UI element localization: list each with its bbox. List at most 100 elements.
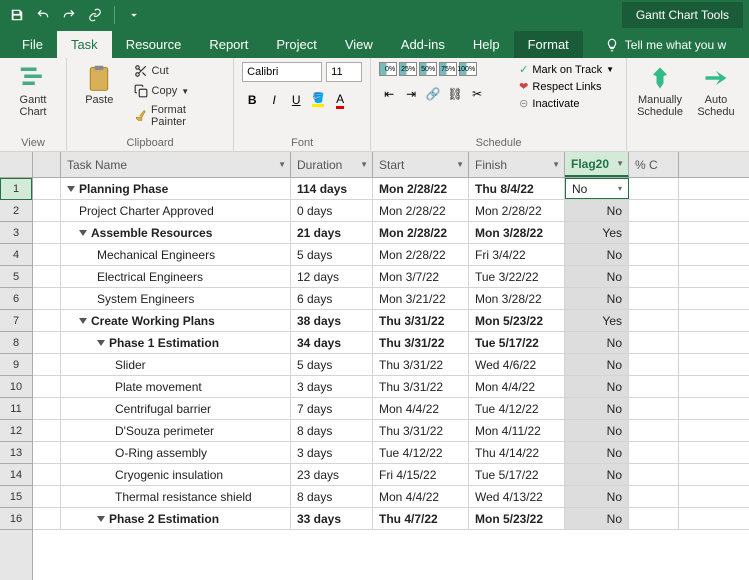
cell-start[interactable]: Mon 2/28/22: [373, 222, 469, 243]
cell-indicator[interactable]: [33, 442, 61, 463]
table-row[interactable]: Create Working Plans38 daysThu 3/31/22Mo…: [33, 310, 749, 332]
cell-flag20[interactable]: No: [565, 464, 629, 485]
cell-start[interactable]: Fri 4/15/22: [373, 464, 469, 485]
cell-task-name[interactable]: Phase 2 Estimation: [61, 508, 291, 529]
font-name-input[interactable]: [242, 62, 322, 82]
pct-100-button[interactable]: 100%: [459, 62, 477, 76]
cell-flag20[interactable]: No: [565, 244, 629, 265]
cell-duration[interactable]: 5 days: [291, 244, 373, 265]
cell-percent[interactable]: [629, 266, 679, 287]
fill-color-button[interactable]: 🪣: [308, 90, 328, 110]
tab-file[interactable]: File: [8, 31, 57, 58]
paste-button[interactable]: Paste: [75, 62, 124, 108]
copy-button[interactable]: Copy ▼: [130, 82, 226, 100]
cell-flag20[interactable]: No: [565, 266, 629, 287]
cell-flag20[interactable]: No: [565, 442, 629, 463]
cell-duration[interactable]: 114 days: [291, 178, 373, 199]
cell-task-name[interactable]: Project Charter Approved: [61, 200, 291, 221]
cell-indicator[interactable]: [33, 420, 61, 441]
row-header[interactable]: 2: [0, 200, 32, 222]
cell-finish[interactable]: Mon 2/28/22: [469, 200, 565, 221]
cell-indicator[interactable]: [33, 486, 61, 507]
tab-view[interactable]: View: [331, 31, 387, 58]
col-task-name[interactable]: Task Name▼: [61, 152, 291, 177]
table-row[interactable]: Plate movement3 daysThu 3/31/22Mon 4/4/2…: [33, 376, 749, 398]
cell-duration[interactable]: 3 days: [291, 442, 373, 463]
cell-finish[interactable]: Mon 5/23/22: [469, 310, 565, 331]
cell-flag20[interactable]: No: [565, 332, 629, 353]
cell-start[interactable]: Thu 4/7/22: [373, 508, 469, 529]
cell-indicator[interactable]: [33, 508, 61, 529]
row-header[interactable]: 3: [0, 222, 32, 244]
cell-percent[interactable]: [629, 376, 679, 397]
cell-indicator[interactable]: [33, 266, 61, 287]
cell-finish[interactable]: Mon 4/11/22: [469, 420, 565, 441]
pct-25-button[interactable]: 25%: [399, 62, 417, 76]
cell-finish[interactable]: Wed 4/13/22: [469, 486, 565, 507]
cell-finish[interactable]: Wed 4/6/22: [469, 354, 565, 375]
split-task-button[interactable]: ✂: [467, 84, 487, 104]
italic-button[interactable]: I: [264, 90, 284, 110]
cell-duration[interactable]: 5 days: [291, 354, 373, 375]
cell-start[interactable]: Mon 4/4/22: [373, 398, 469, 419]
cell-flag20[interactable]: No: [565, 288, 629, 309]
table-row[interactable]: O-Ring assembly3 daysTue 4/12/22Thu 4/14…: [33, 442, 749, 464]
cell-task-name[interactable]: Plate movement: [61, 376, 291, 397]
cell-percent[interactable]: [629, 398, 679, 419]
cell-start[interactable]: Mon 2/28/22: [373, 178, 469, 199]
cell-start[interactable]: Mon 3/21/22: [373, 288, 469, 309]
cell-task-name[interactable]: Phase 1 Estimation: [61, 332, 291, 353]
cell-flag20[interactable]: No▾: [565, 178, 629, 199]
cell-start[interactable]: Mon 2/28/22: [373, 200, 469, 221]
table-row[interactable]: Planning Phase114 daysMon 2/28/22Thu 8/4…: [33, 178, 749, 200]
cell-indicator[interactable]: [33, 354, 61, 375]
cell-percent[interactable]: [629, 508, 679, 529]
cell-task-name[interactable]: D'Souza perimeter: [61, 420, 291, 441]
outdent-button[interactable]: ⇤: [379, 84, 399, 104]
outline-toggle-icon[interactable]: [79, 230, 87, 236]
cell-flag20[interactable]: No: [565, 508, 629, 529]
tab-addins[interactable]: Add-ins: [387, 31, 459, 58]
cell-duration[interactable]: 21 days: [291, 222, 373, 243]
save-button[interactable]: [6, 4, 28, 26]
cell-indicator[interactable]: [33, 464, 61, 485]
cell-percent[interactable]: [629, 178, 679, 199]
cell-percent[interactable]: [629, 222, 679, 243]
outline-toggle-icon[interactable]: [79, 318, 87, 324]
cell-percent[interactable]: [629, 354, 679, 375]
auto-schedule-button[interactable]: Auto Schedu: [691, 62, 741, 120]
cell-flag20[interactable]: Yes: [565, 222, 629, 243]
outline-toggle-icon[interactable]: [67, 186, 75, 192]
cell-task-name[interactable]: Slider: [61, 354, 291, 375]
cell-percent[interactable]: [629, 442, 679, 463]
tab-resource[interactable]: Resource: [112, 31, 196, 58]
cell-percent[interactable]: [629, 420, 679, 441]
cell-duration[interactable]: 38 days: [291, 310, 373, 331]
cell-duration[interactable]: 8 days: [291, 486, 373, 507]
tab-format[interactable]: Format: [514, 31, 583, 58]
row-header[interactable]: 1: [0, 178, 32, 200]
cell-flag20[interactable]: No: [565, 486, 629, 507]
cell-finish[interactable]: Mon 3/28/22: [469, 288, 565, 309]
cell-percent[interactable]: [629, 310, 679, 331]
font-color-button[interactable]: A: [330, 90, 350, 110]
table-row[interactable]: D'Souza perimeter8 daysThu 3/31/22Mon 4/…: [33, 420, 749, 442]
font-size-input[interactable]: [326, 62, 362, 82]
table-row[interactable]: Phase 1 Estimation34 daysThu 3/31/22Tue …: [33, 332, 749, 354]
col-percent-complete[interactable]: % C: [629, 152, 679, 177]
inactivate-button[interactable]: ⊝ Inactivate: [515, 96, 618, 111]
row-header[interactable]: 6: [0, 288, 32, 310]
cell-finish[interactable]: Tue 5/17/22: [469, 464, 565, 485]
mark-on-track-button[interactable]: ✓ Mark on Track ▼: [515, 62, 618, 77]
row-header[interactable]: 4: [0, 244, 32, 266]
cell-task-name[interactable]: Planning Phase: [61, 178, 291, 199]
col-indicators[interactable]: [33, 152, 61, 177]
cell-finish[interactable]: Mon 4/4/22: [469, 376, 565, 397]
cell-percent[interactable]: [629, 288, 679, 309]
cell-indicator[interactable]: [33, 376, 61, 397]
cell-finish[interactable]: Thu 4/14/22: [469, 442, 565, 463]
manually-schedule-button[interactable]: Manually Schedule: [635, 62, 685, 120]
select-all-corner[interactable]: [0, 152, 32, 178]
pct-50-button[interactable]: 50%: [419, 62, 437, 76]
table-row[interactable]: Cryogenic insulation23 daysFri 4/15/22Tu…: [33, 464, 749, 486]
